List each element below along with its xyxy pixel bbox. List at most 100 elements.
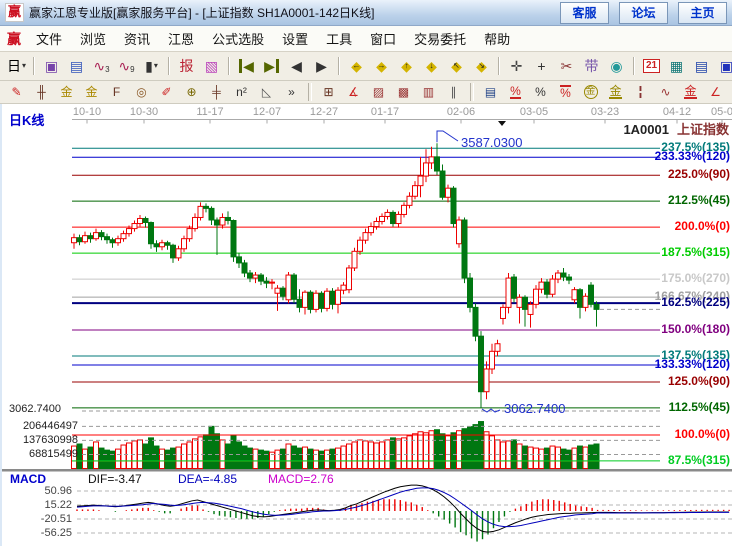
notepad-icon[interactable]: ▤	[690, 56, 713, 77]
more-tools-icon[interactable]: »	[280, 83, 303, 101]
toolbar-separator	[168, 57, 170, 75]
window-layout-icon[interactable]: ▣	[40, 56, 63, 77]
gann-level-label-175.0%(270): 175.0%(270)	[661, 271, 730, 285]
menu-item-4[interactable]: 江恩	[159, 27, 203, 50]
title-bar: 赢 赢家江恩专业版[赢家服务平台] - [上证指数 SH1A0001-142日K…	[0, 0, 732, 26]
dense-grid-icon[interactable]: ▩	[392, 83, 415, 101]
calendar-icon[interactable]: 21	[640, 56, 663, 77]
gann-level-label-100.0%(0): 100.0%(0)	[675, 427, 730, 441]
customer-service-button[interactable]: 客服	[560, 2, 609, 24]
menu-item-1[interactable]: 文件	[27, 27, 71, 50]
measure-icon[interactable]: ╏	[629, 83, 652, 101]
gann-angle-left-icon[interactable]: ◆←	[345, 56, 368, 77]
gann-level-label-162.5%(225): 162.5%(225)	[661, 295, 730, 309]
gann-level-label-150.0%(180): 150.0%(180)	[661, 322, 730, 336]
draw-pencil-icon[interactable]: ✎	[5, 83, 28, 101]
angle-line-icon[interactable]: ∠	[704, 83, 727, 101]
macd-hist-value: MACD=2.76	[268, 472, 334, 486]
spiral-icon[interactable]: ◎	[130, 83, 153, 101]
gann-level-label-233.33%(120): 233.33%(120)	[655, 149, 730, 163]
toolbar-separator	[228, 57, 230, 75]
date-tick-04-12: 04-12	[655, 106, 699, 118]
report-icon[interactable]: 报	[175, 56, 198, 77]
macd-scale--20.51: -20.51	[2, 513, 72, 525]
crosshair-icon[interactable]: +	[530, 56, 553, 77]
toolbar-separator	[338, 57, 340, 75]
menu-item-2[interactable]: 浏览	[71, 27, 115, 50]
date-tick-12-07: 12-07	[245, 106, 289, 118]
percent-line-icon[interactable]: %	[504, 83, 527, 101]
period-daily-selector[interactable]: 日▾	[5, 56, 28, 77]
gann-level-label-125.0%(90): 125.0%(90)	[668, 374, 730, 388]
menu-item-7[interactable]: 工具	[317, 27, 361, 50]
gann-square-icon[interactable]: ⊞	[317, 83, 340, 101]
date-tick-12-27: 12-27	[302, 106, 346, 118]
percent-icon[interactable]: %	[529, 83, 552, 101]
grid-tool-icon[interactable]: ╪	[205, 83, 228, 101]
stats-panel-icon[interactable]: ▤	[479, 83, 502, 101]
ma-long-icon[interactable]: ∿9	[115, 56, 138, 77]
menu-item-10[interactable]: 帮助	[475, 27, 519, 50]
shaded-box-icon[interactable]: ▨	[367, 83, 390, 101]
wave-tool-icon[interactable]: ∿	[654, 83, 677, 101]
percent-levels-icon[interactable]: %	[554, 83, 577, 101]
time-cycle-icon[interactable]: ⊕	[180, 83, 203, 101]
chart-region[interactable]: 日K线 1A0001上证指数 3587.0300 3062.7400 3062.…	[0, 104, 732, 546]
toolbar-drawing: ✎╫金金F◎✐⊕╪n²◺»⊞∡▨▩▥∥▤%%%金金╏∿金∠	[0, 81, 732, 104]
date-tick-01-17: 01-17	[363, 106, 407, 118]
gold-lines-icon[interactable]: 金	[604, 83, 627, 101]
gann-level-label-87.5%(315): 87.5%(315)	[668, 453, 730, 467]
calculator-icon[interactable]: ▦	[665, 56, 688, 77]
toolbar-separator	[308, 83, 312, 101]
date-tick-05-0: 05-0	[700, 106, 732, 118]
annotate-icon[interactable]: ✐	[155, 83, 178, 101]
menu-item-3[interactable]: 资讯	[115, 27, 159, 50]
angle-tool-icon[interactable]: ◺	[255, 83, 278, 101]
chart-type-icon[interactable]: ▧	[200, 56, 223, 77]
low-price-scale-label: 3062.7400	[9, 403, 61, 415]
gann-line-icon[interactable]: ╫	[30, 83, 53, 101]
scissors-icon[interactable]: ✂	[555, 56, 578, 77]
last-bar-icon[interactable]: ▶	[260, 56, 283, 77]
date-tick-03-05: 03-05	[512, 106, 556, 118]
next-bar-icon[interactable]: ▶	[310, 56, 333, 77]
kline-type-label: 日K线	[9, 110, 44, 129]
golden-box-icon[interactable]: 金	[80, 83, 103, 101]
gann-angle-right-icon[interactable]: ◆→	[370, 56, 393, 77]
window-title: 赢家江恩专业版[赢家服务平台] - [上证指数 SH1A0001-142日K线]	[29, 4, 550, 21]
menu-item-9[interactable]: 交易委托	[405, 27, 475, 50]
square-of-nine-icon[interactable]: n²	[230, 83, 253, 101]
candle-style-icon[interactable]: ▮▾	[140, 56, 163, 77]
info-panel-icon[interactable]: ▤	[65, 56, 88, 77]
peak-price-annotation: 3587.0300	[461, 135, 522, 150]
gann-angle-se-icon[interactable]: ◆↘	[470, 56, 493, 77]
first-bar-icon[interactable]: ◀	[235, 56, 258, 77]
gann-angle-nw-icon[interactable]: ◆↖	[445, 56, 468, 77]
golden-section-icon[interactable]: 金	[55, 83, 78, 101]
column-grid-icon[interactable]: ▥	[417, 83, 440, 101]
menu-item-8[interactable]: 窗口	[361, 27, 405, 50]
date-tick-11-17: 11-17	[188, 106, 232, 118]
app-window: { "window": { "logo": "赢", "title": "赢家江…	[0, 0, 732, 546]
gann-wheel-icon[interactable]: ◉	[605, 56, 628, 77]
date-tick-02-06: 02-06	[439, 106, 483, 118]
band-tool-icon[interactable]: 带	[580, 56, 603, 77]
volume-scale-137630998: 137630998	[2, 434, 78, 446]
fibonacci-icon[interactable]: F	[105, 83, 128, 101]
gann-level-label-112.5%(45): 112.5%(45)	[669, 400, 730, 414]
gann-angle-up-icon[interactable]: ◆↑	[395, 56, 418, 77]
parallel-lines-icon[interactable]: ∥	[442, 83, 465, 101]
gold-circle-icon[interactable]: 金	[579, 83, 602, 101]
save-icon[interactable]: ▣	[715, 56, 732, 77]
fan-lines-icon[interactable]: ∡	[342, 83, 365, 101]
prev-bar-icon[interactable]: ◀	[285, 56, 308, 77]
forum-button[interactable]: 论坛	[619, 2, 668, 24]
home-button[interactable]: 主页	[678, 2, 727, 24]
date-tick-03-23: 03-23	[583, 106, 627, 118]
menu-item-5[interactable]: 公式选股	[203, 27, 273, 50]
hand-tool-icon[interactable]: ✛	[505, 56, 528, 77]
gold-level-icon[interactable]: 金	[679, 83, 702, 101]
gann-angle-down-icon[interactable]: ◆↓	[420, 56, 443, 77]
menu-item-6[interactable]: 设置	[273, 27, 317, 50]
ma-short-icon[interactable]: ∿3	[90, 56, 113, 77]
